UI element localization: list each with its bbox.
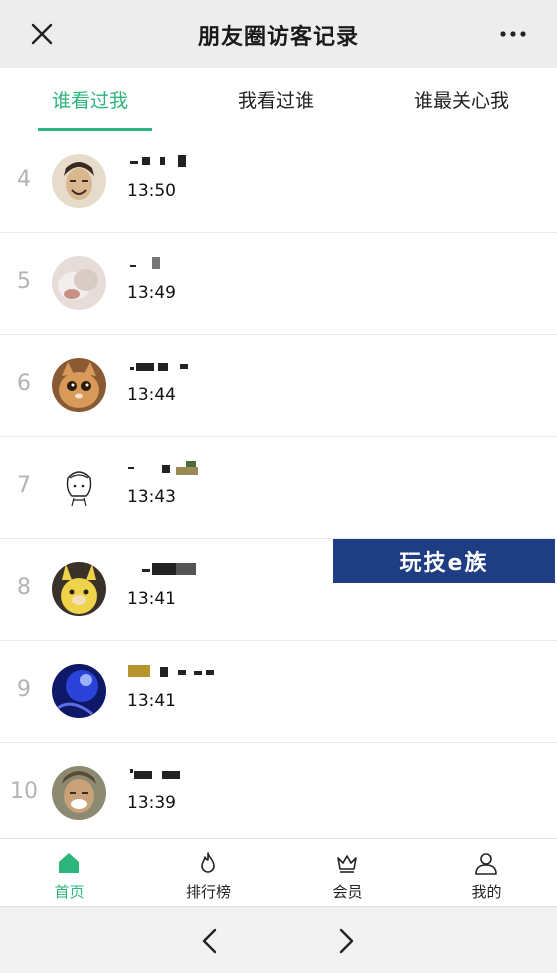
chevron-right-icon[interactable] bbox=[334, 927, 358, 955]
masked-nickname bbox=[128, 257, 218, 271]
tab-who-i-viewed[interactable]: 我看过谁 bbox=[238, 86, 314, 113]
visit-time: 13:49 bbox=[127, 283, 176, 303]
chevron-left-icon[interactable] bbox=[198, 927, 222, 955]
bottom-nav: 首页 排行榜 会员 我的 bbox=[0, 838, 557, 907]
visitor-row[interactable]: 10 13:39 bbox=[0, 743, 557, 845]
visitor-rank: 4 bbox=[17, 167, 31, 192]
avatar[interactable] bbox=[52, 766, 106, 820]
home-icon bbox=[59, 853, 79, 873]
avatar[interactable] bbox=[52, 562, 106, 616]
watermark-banner: 玩技e族 bbox=[333, 539, 555, 583]
visitor-rank: 7 bbox=[17, 473, 31, 498]
visitor-rank: 9 bbox=[17, 677, 31, 702]
visitor-row[interactable]: 6 13:44 bbox=[0, 335, 557, 437]
masked-nickname bbox=[128, 563, 218, 577]
crown-icon bbox=[337, 855, 357, 873]
visitor-rank: 10 bbox=[10, 779, 38, 804]
visit-time: 13:41 bbox=[127, 691, 176, 711]
visitor-row[interactable]: 4 13:50 bbox=[0, 131, 557, 233]
visit-time: 13:41 bbox=[127, 589, 176, 609]
visitor-row[interactable]: 5 13:49 bbox=[0, 233, 557, 335]
visit-time: 13:43 bbox=[127, 487, 176, 507]
nav-membership[interactable]: 会员 bbox=[278, 839, 417, 907]
page-title: 朋友圈访客记录 bbox=[197, 25, 359, 50]
visitor-rank: 6 bbox=[17, 371, 31, 396]
visit-time: 13:39 bbox=[127, 793, 176, 813]
avatar[interactable] bbox=[52, 154, 106, 208]
avatar[interactable] bbox=[52, 358, 106, 412]
masked-nickname bbox=[128, 767, 218, 781]
visitor-list: 4 13:50 5 13:49 6 13:44 7 13:43 8 13:41 … bbox=[0, 131, 557, 845]
visit-time: 13:44 bbox=[127, 385, 176, 405]
masked-nickname bbox=[128, 665, 218, 679]
nav-label: 首页 bbox=[54, 883, 85, 901]
nav-label: 排行榜 bbox=[185, 883, 231, 901]
visitor-row[interactable]: 9 13:41 bbox=[0, 641, 557, 743]
nav-mine[interactable]: 我的 bbox=[417, 839, 556, 907]
tab-who-cares-most[interactable]: 谁最关心我 bbox=[414, 86, 509, 113]
visitor-row[interactable]: 7 13:43 bbox=[0, 437, 557, 539]
user-icon bbox=[475, 853, 497, 875]
avatar[interactable] bbox=[52, 460, 106, 514]
masked-nickname bbox=[128, 461, 218, 475]
tab-who-viewed-me[interactable]: 谁看过我 bbox=[52, 86, 128, 113]
nav-ranking[interactable]: 排行榜 bbox=[139, 839, 278, 907]
visitor-rank: 5 bbox=[17, 269, 31, 294]
flame-icon bbox=[201, 852, 215, 873]
visit-time: 13:50 bbox=[127, 181, 176, 201]
tab-bar: 谁看过我 我看过谁 谁最关心我 bbox=[0, 68, 557, 132]
nav-label: 我的 bbox=[471, 883, 502, 901]
avatar[interactable] bbox=[52, 664, 106, 718]
visitor-rank: 8 bbox=[17, 575, 31, 600]
browser-toolbar bbox=[0, 906, 557, 973]
more-icon[interactable] bbox=[499, 24, 527, 44]
nav-home[interactable]: 首页 bbox=[0, 839, 139, 907]
masked-nickname bbox=[128, 359, 218, 373]
masked-nickname bbox=[128, 155, 218, 169]
title-bar: 朋友圈访客记录 bbox=[0, 0, 557, 68]
nav-label: 会员 bbox=[332, 883, 363, 901]
avatar[interactable] bbox=[52, 256, 106, 310]
